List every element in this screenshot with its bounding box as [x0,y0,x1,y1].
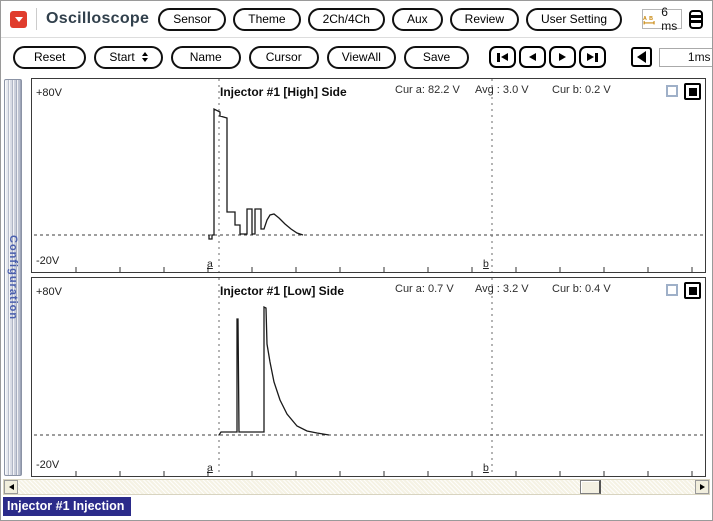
y-axis-max-label: +80V [36,286,62,298]
timescale-value: 1ms [659,47,712,67]
sensor-button[interactable]: Sensor [158,7,227,31]
ab-time-value: 6 ms [661,5,678,33]
titlebar-separator [36,8,37,30]
triangle-right-icon [587,53,595,61]
channel-mode-button[interactable]: 2Ch/4Ch [307,7,385,31]
triangle-right-icon [559,53,567,61]
cursor-b-label: b [483,462,489,474]
scroll-left-button[interactable] [4,480,18,494]
triangle-down-icon [14,16,23,22]
avg-readout: Avg : 3.0 V [475,84,529,96]
transport-controls [489,46,607,68]
configuration-tab-label: Configuration [7,234,19,321]
configuration-tab[interactable]: Configuration [4,79,22,476]
user-setting-button[interactable]: User Setting [526,7,623,31]
channel-checkbox[interactable] [666,284,678,296]
cursor-a-readout: Cur a: 82.2 V [395,84,460,96]
scroll-right-button[interactable] [695,480,709,494]
chart-panel-low-side: +80V -20V Injector #1 [Low] Side Cur a: … [31,277,706,477]
cursor-a-label: a [207,258,213,270]
y-axis-max-label: +80V [36,87,62,99]
reset-button[interactable]: Reset [13,45,87,69]
svg-text:B: B [649,15,653,21]
chart-panel-high-side: +80V -20V Injector #1 [High] Side Cur a:… [31,78,706,273]
ab-cursor-icon: A B [643,15,655,24]
step-forward-button[interactable] [549,46,577,68]
titlebar: Oscilloscope Sensor Theme 2Ch/4Ch Aux Re… [1,1,712,38]
chart-title: Injector #1 [Low] Side [220,284,345,298]
triangle-right-icon [699,484,705,490]
bar-icon [595,52,598,62]
cursor-b-readout: Cur b: 0.2 V [552,84,611,96]
start-button-label: Start [109,50,135,64]
channel-checkbox[interactable] [666,85,678,97]
review-button[interactable]: Review [449,7,520,31]
triangle-left-icon [500,53,508,61]
theme-button[interactable]: Theme [233,7,301,31]
oscilloscope-window: Oscilloscope Sensor Theme 2Ch/4Ch Aux Re… [0,0,713,521]
triangle-left-icon [637,51,647,63]
channel-indicator-button[interactable] [684,282,701,299]
timescale-decrease-button[interactable] [631,47,653,67]
horizontal-scrollbar[interactable] [3,479,710,495]
cursor-b-label: b [483,258,489,270]
channel-indicator-button[interactable] [684,83,701,100]
start-spinner-icon [141,52,148,62]
app-dropdown-icon[interactable] [10,10,27,28]
bar-icon [497,52,500,62]
timescale-control: 1ms [631,47,712,67]
name-button[interactable]: Name [170,45,241,69]
viewall-button[interactable]: ViewAll [326,45,396,69]
cursor-b-readout: Cur b: 0.4 V [552,283,611,295]
hscrollbar-thumb[interactable] [580,480,601,494]
toolbar: Reset Start Name Cursor ViewAll Save 1ms [1,38,712,76]
chart-title: Injector #1 [High] Side [220,85,347,99]
cursor-a-readout: Cur a: 0.7 V [395,283,454,295]
save-button[interactable]: Save [403,45,470,69]
window-menu-icon[interactable] [689,9,704,29]
y-axis-min-label: -20V [36,255,60,267]
aux-button[interactable]: Aux [391,7,443,31]
skip-to-end-button[interactable] [579,46,607,68]
cursor-button[interactable]: Cursor [248,45,319,69]
waveform-plot [34,278,703,476]
svg-text:A: A [643,15,647,21]
start-button[interactable]: Start [94,45,163,69]
ab-time-readout: A B 6 ms [642,5,683,33]
triangle-left-icon [8,484,14,490]
avg-readout: Avg : 3.2 V [475,283,529,295]
y-axis-min-label: -20V [36,459,60,471]
signal-name-label: Injector #1 Injection [3,497,132,516]
cursor-a-label: a [207,462,213,474]
waveform-plot [34,79,703,272]
step-back-button[interactable] [519,46,547,68]
app-title: Oscilloscope [46,10,150,27]
triangle-left-icon [529,53,537,61]
skip-to-start-button[interactable] [489,46,517,68]
